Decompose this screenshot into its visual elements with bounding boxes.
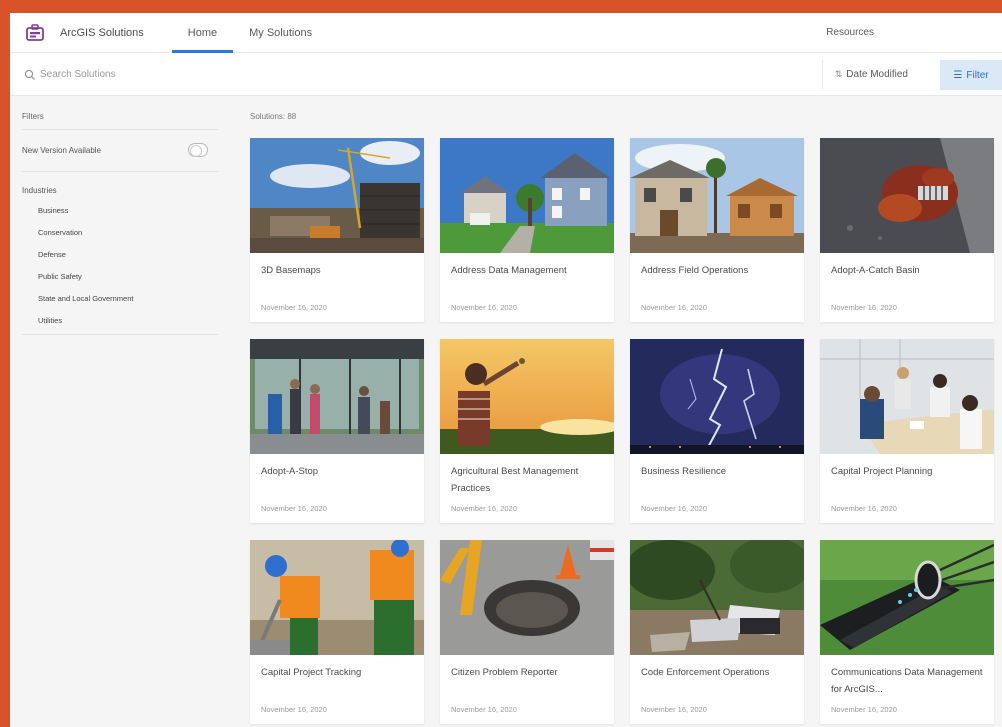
solution-card[interactable]: Address Data Management November 16, 202… [440,138,614,322]
search-icon [24,68,36,80]
solution-card[interactable]: Code Enforcement Operations November 16,… [630,540,804,724]
resources-link[interactable]: Resources [826,27,874,38]
industry-item-public-safety[interactable]: Public Safety [22,266,218,288]
card-date: November 16, 2020 [261,504,327,513]
pothole-cones-image [440,540,614,655]
card-title: Address Data Management [451,265,567,276]
industries-filter: Industries Business Conservation Defense… [22,171,218,335]
card-title: Agricultural Best Management Practices [451,466,579,494]
solutions-main: Solutions: 88 3D Basemaps November 16, 2… [250,96,1002,727]
new-homes-construction-image [630,138,804,253]
industry-item-defense[interactable]: Defense [22,244,218,266]
solution-card[interactable]: Communications Data Management for ArcGI… [820,540,994,724]
filter-label: Filter [966,69,989,81]
tab-my-solutions[interactable]: My Solutions [233,13,328,53]
office-meeting-image [820,339,994,454]
industry-item-utilities[interactable]: Utilities [22,310,218,332]
tab-home[interactable]: Home [171,13,234,53]
divider [22,334,218,335]
card-title: Business Resilience [641,466,727,477]
solution-card[interactable]: Capital Project Tracking November 16, 20… [250,540,424,724]
card-date: November 16, 2020 [451,303,517,312]
search-input[interactable] [40,68,340,80]
card-title: 3D Basemaps [261,265,321,276]
new-version-toggle[interactable] [188,143,208,157]
farmer-sunset-image [440,339,614,454]
solution-card[interactable]: Capital Project Planning November 16, 20… [820,339,994,523]
card-date: November 16, 2020 [831,303,897,312]
card-title: Communications Data Management for ArcGI… [831,667,983,695]
bus-stop-people-image [250,339,424,454]
filters-sidebar: Filters New Version Available Industries… [10,96,230,335]
card-date: November 16, 2020 [641,303,707,312]
card-date: November 16, 2020 [641,705,707,714]
card-date: November 16, 2020 [831,504,897,513]
sort-icon: ⇅ [834,69,843,79]
suburban-houses-image [440,138,614,253]
card-date: November 16, 2020 [451,705,517,714]
road-workers-image [250,540,424,655]
app-window: ArcGIS Solutions Home My Solutions Resou… [10,13,1002,727]
solution-card[interactable]: 3D Basemaps November 16, 2020 [250,138,424,322]
filter-button[interactable]: ☰ Filter [940,60,1002,90]
solution-card[interactable]: Adopt-A-Catch Basin November 16, 2020 [820,138,994,322]
card-title: Adopt-A-Stop [261,466,319,477]
lightning-storm-image [630,339,804,454]
solution-card[interactable]: Agricultural Best Management Practices N… [440,339,614,523]
filters-heading: Filters [22,112,218,130]
card-date: November 16, 2020 [451,504,517,513]
card-title: Adopt-A-Catch Basin [831,265,920,276]
solutions-grid: 3D Basemaps November 16, 2020 Address Da… [250,138,1002,724]
toggle-label: New Version Available [22,145,102,155]
card-date: November 16, 2020 [641,504,707,513]
solution-card[interactable]: Adopt-A-Stop November 16, 2020 [250,339,424,523]
solution-card[interactable]: Address Field Operations November 16, 20… [630,138,804,322]
card-title: Capital Project Tracking [261,667,362,678]
filter-sliders-icon: ☰ [953,69,963,81]
card-date: November 16, 2020 [831,705,897,714]
solution-card[interactable]: Citizen Problem Reporter November 16, 20… [440,540,614,724]
arcgis-solutions-logo-icon[interactable] [24,23,46,43]
card-date: November 16, 2020 [261,705,327,714]
card-title: Address Field Operations [641,265,749,276]
app-title[interactable]: ArcGIS Solutions [60,27,144,39]
sort-button[interactable]: ⇅ Date Modified [821,60,920,89]
new-version-filter: New Version Available [22,141,218,159]
fiber-cable-image [820,540,994,655]
card-title: Citizen Problem Reporter [451,667,558,678]
storm-drain-leaves-image [820,138,994,253]
industries-heading: Industries [22,186,57,195]
search-bar: ⇅ Date Modified ☰ Filter [10,53,1002,96]
solutions-count: Solutions: 88 [250,112,297,121]
industry-item-business[interactable]: Business [22,200,218,222]
card-date: November 16, 2020 [261,303,327,312]
construction-site-image [250,138,424,253]
industry-item-conservation[interactable]: Conservation [22,222,218,244]
sort-label: Date Modified [846,69,908,80]
card-title: Code Enforcement Operations [641,667,770,678]
top-nav: ArcGIS Solutions Home My Solutions Resou… [10,13,1002,53]
industry-item-state-local-government[interactable]: State and Local Government [22,288,218,310]
solution-card[interactable]: Business Resilience November 16, 2020 [630,339,804,523]
card-title: Capital Project Planning [831,466,933,477]
dumped-debris-image [630,540,804,655]
